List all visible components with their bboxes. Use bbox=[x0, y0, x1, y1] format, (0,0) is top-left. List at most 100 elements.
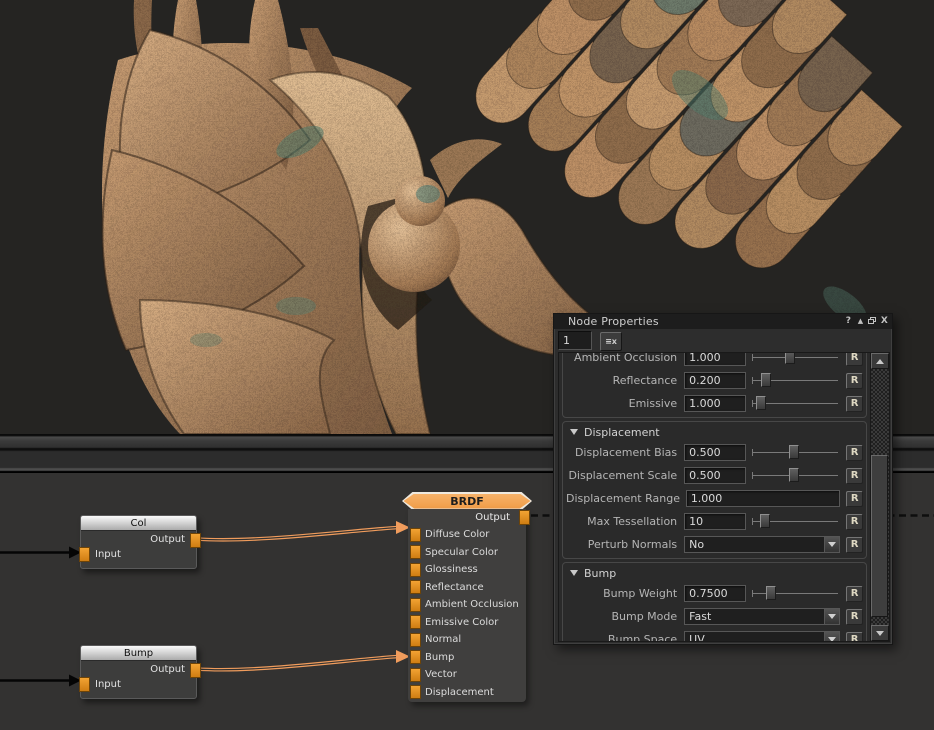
output-connector[interactable] bbox=[190, 533, 201, 548]
property-row-displacement-range: Displacement Range 1.000 R bbox=[563, 487, 866, 510]
help-icon[interactable]: ? bbox=[843, 315, 854, 327]
chevron-down-icon[interactable] bbox=[824, 609, 839, 624]
input-connector[interactable] bbox=[410, 598, 421, 612]
reset-button[interactable]: R bbox=[846, 373, 863, 389]
property-label: Bump Space bbox=[566, 633, 684, 641]
brdf-input-row: Ambient Occlusion bbox=[408, 596, 526, 614]
input-connector[interactable] bbox=[410, 650, 421, 664]
input-connector[interactable] bbox=[410, 580, 421, 594]
node-brdf-header[interactable]: BRDF bbox=[402, 492, 532, 510]
input-connector[interactable] bbox=[410, 528, 421, 542]
chevron-down-icon[interactable] bbox=[824, 632, 839, 641]
property-label: Displacement Scale bbox=[566, 469, 684, 482]
panel-titlebar[interactable]: Node Properties ? ▲ X bbox=[554, 314, 892, 329]
ambient-occlusion-field[interactable]: 1.000 bbox=[684, 353, 746, 366]
dropdown-value: No bbox=[689, 538, 704, 551]
dropdown-value: Fast bbox=[689, 610, 711, 623]
max-tessellation-field[interactable]: 10 bbox=[684, 513, 746, 530]
bump-mode-dropdown[interactable]: Fast bbox=[684, 608, 840, 625]
property-label: Perturb Normals bbox=[566, 538, 684, 551]
displacement-scale-field[interactable]: 0.500 bbox=[684, 467, 746, 484]
panel-title: Node Properties bbox=[568, 315, 659, 328]
reset-button[interactable]: R bbox=[846, 609, 863, 625]
close-icon[interactable]: X bbox=[879, 315, 890, 327]
displacement-section-header[interactable]: Displacement bbox=[563, 423, 866, 441]
displacement-bias-field[interactable]: 0.500 bbox=[684, 444, 746, 461]
section-expanded-icon bbox=[570, 429, 578, 435]
input-connector[interactable] bbox=[410, 668, 421, 682]
max-tessellation-slider[interactable] bbox=[750, 513, 840, 530]
bump-space-dropdown[interactable]: UV bbox=[684, 631, 840, 641]
displacement-scale-slider[interactable] bbox=[750, 467, 840, 484]
brdf-input-row: Reflectance bbox=[408, 579, 526, 597]
ambient-occlusion-slider[interactable] bbox=[750, 353, 840, 366]
input-connector[interactable] bbox=[79, 677, 90, 692]
reflectance-field[interactable]: 0.200 bbox=[684, 372, 746, 389]
node-bump[interactable]: Bump Output Input bbox=[80, 645, 197, 699]
input-connector[interactable] bbox=[410, 563, 421, 577]
scrollbar-track[interactable] bbox=[871, 369, 889, 625]
brdf-input-row: Vector bbox=[408, 666, 526, 684]
port-label-output: Output bbox=[150, 534, 185, 545]
property-row-perturb-normals: Perturb Normals No R bbox=[563, 533, 866, 556]
list-edit-icon[interactable]: ≡x bbox=[600, 332, 622, 351]
connection-bump-to-brdf-bump[interactable] bbox=[197, 650, 410, 670]
reset-button[interactable]: R bbox=[846, 632, 863, 642]
reset-button[interactable]: R bbox=[846, 468, 863, 484]
scrollbar-thumb[interactable] bbox=[871, 455, 888, 617]
displacement-bias-slider[interactable] bbox=[750, 444, 840, 461]
output-connector[interactable] bbox=[190, 663, 201, 678]
node-brdf[interactable]: Output Diffuse Color Specular Color Glos… bbox=[408, 509, 526, 702]
panel-scrollbar[interactable] bbox=[870, 353, 889, 641]
dropdown-value: UV bbox=[689, 633, 705, 641]
output-connector[interactable] bbox=[519, 510, 530, 525]
bump-weight-field[interactable]: 0.7500 bbox=[684, 585, 746, 602]
reset-button[interactable]: R bbox=[846, 353, 863, 366]
node-bump-title[interactable]: Bump bbox=[81, 646, 196, 661]
bump-weight-slider[interactable] bbox=[750, 585, 840, 602]
collapse-icon[interactable]: ▲ bbox=[855, 315, 866, 327]
input-connector[interactable] bbox=[410, 615, 421, 629]
input-connector[interactable] bbox=[410, 633, 421, 647]
scroll-down-icon[interactable] bbox=[871, 625, 889, 641]
displacement-range-field[interactable]: 1.000 bbox=[686, 490, 841, 507]
emissive-field[interactable]: 1.000 bbox=[684, 395, 746, 412]
port-label-input: Input bbox=[95, 549, 121, 560]
node-col-title[interactable]: Col bbox=[81, 516, 196, 531]
bump-section-header[interactable]: Bump bbox=[563, 564, 866, 582]
section-label: Displacement bbox=[584, 426, 660, 439]
property-label: Reflectance bbox=[566, 374, 684, 387]
reset-button[interactable]: R bbox=[846, 586, 863, 602]
connection-into-col-input[interactable] bbox=[0, 547, 81, 559]
property-row-bump-mode: Bump Mode Fast R bbox=[563, 605, 866, 628]
reset-button[interactable]: R bbox=[846, 396, 863, 412]
perturb-normals-dropdown[interactable]: No bbox=[684, 536, 840, 553]
property-row-emissive: Emissive 1.000 R bbox=[563, 392, 866, 415]
port-label: Ambient Occlusion bbox=[425, 599, 519, 610]
input-connector[interactable] bbox=[79, 547, 90, 562]
property-label: Bump Weight bbox=[566, 587, 684, 600]
brdf-output-row: Output bbox=[408, 510, 526, 526]
reset-button[interactable]: R bbox=[846, 445, 863, 461]
property-row-ambient-occlusion: Ambient Occlusion 1.000 R bbox=[563, 353, 866, 369]
connection-col-to-brdf-diffuse[interactable] bbox=[197, 521, 410, 540]
input-connector[interactable] bbox=[410, 685, 421, 699]
port-label: Specular Color bbox=[425, 547, 498, 558]
emissive-slider[interactable] bbox=[750, 395, 840, 412]
node-index-input[interactable] bbox=[558, 331, 592, 350]
connection-into-bump-input[interactable] bbox=[0, 675, 81, 687]
port-label: Glossiness bbox=[425, 564, 478, 575]
chevron-down-icon[interactable] bbox=[824, 537, 839, 552]
reflectance-slider[interactable] bbox=[750, 372, 840, 389]
panel-toolbar: ≡x bbox=[554, 329, 892, 352]
node-brdf-title: BRDF bbox=[404, 494, 531, 509]
reset-button[interactable]: R bbox=[846, 537, 863, 553]
node-col[interactable]: Col Output Input bbox=[80, 515, 197, 569]
reset-button[interactable]: R bbox=[846, 491, 863, 507]
reset-button[interactable]: R bbox=[846, 514, 863, 530]
application-window: Col Output Input Bump Output Input BRDF … bbox=[0, 0, 934, 730]
brdf-input-row: Bump bbox=[408, 649, 526, 667]
scroll-up-icon[interactable] bbox=[871, 353, 889, 369]
restore-window-icon[interactable] bbox=[867, 315, 878, 327]
input-connector[interactable] bbox=[410, 545, 421, 559]
